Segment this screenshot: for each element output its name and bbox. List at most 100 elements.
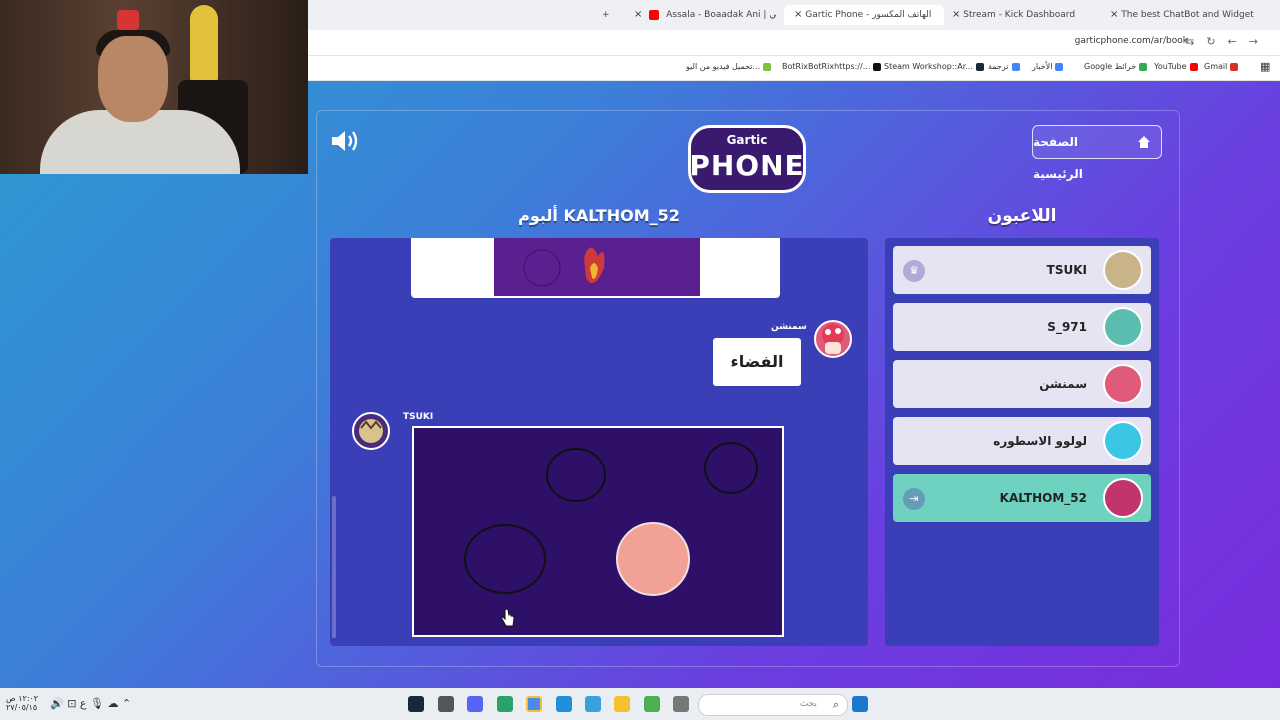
close-icon[interactable]: × <box>1110 9 1118 20</box>
player-name: لولوو الاسطوره <box>993 434 1087 448</box>
taskbar-search[interactable]: بحث ⌕ <box>698 694 848 716</box>
settings-icon[interactable] <box>438 696 454 712</box>
close-icon[interactable]: × <box>794 9 802 20</box>
language-indicator[interactable]: ع <box>80 697 87 710</box>
browser-chrome: + × Assala - Boaadak Ani | عني × Gartic … <box>308 0 1280 81</box>
tab-label: Assala - Boaadak Ani | عني <box>666 10 776 20</box>
tab-bar: + × Assala - Boaadak Ani | عني × Gartic … <box>308 0 1280 30</box>
drawn-circle-filled <box>616 522 690 596</box>
bookmark-botrix[interactable]: BotRixBotRixhttps://... <box>782 62 882 71</box>
new-tab-label: + <box>602 10 610 20</box>
apps-icon[interactable]: ▦ <box>1260 60 1270 73</box>
tab-label: Stream - Kick Dashboard <box>963 10 1076 20</box>
home-button-label: الصفحة الرئيسية <box>1033 135 1083 181</box>
taskbar: ١٢:٠٢ ص ٢٧/٠٥/١٥ 🔊 ⊡ ع 🎙 ☁ ⌃ بحث ⌕ <box>0 688 1280 720</box>
bookmark-label: YouTube <box>1154 62 1187 71</box>
answer-author: سمنشن <box>771 322 807 332</box>
clock[interactable]: ١٢:٠٢ ص ٢٧/٠٥/١٥ <box>6 694 38 712</box>
webcam-overlay <box>0 0 308 174</box>
bookmarks-bar: Gmail YouTube Google خرائط الأخبار ترجمة… <box>308 56 1280 81</box>
crown-icon: ♛ <box>903 260 925 282</box>
discord-icon[interactable] <box>467 696 483 712</box>
translate-icon <box>1011 62 1020 71</box>
bookmark-youtube[interactable]: YouTube <box>1154 62 1198 71</box>
album-panel[interactable]: سمنشن الفضاء TSUKI <box>330 238 868 646</box>
answer-bubble: الفضاء <box>713 338 801 386</box>
clock-date: ٢٧/٠٥/١٥ <box>6 703 38 712</box>
album-title: ألبوم KALTHOM_52 <box>518 206 680 225</box>
player-avatar <box>1103 364 1143 404</box>
nav-icons[interactable]: ⇆↻←→ <box>1185 35 1270 48</box>
drawn-circle <box>546 448 606 502</box>
tab-kick[interactable]: × Stream - Kick Dashboard <box>946 5 1090 25</box>
player-avatar <box>1103 250 1143 290</box>
player-card-active[interactable]: ⇥ KALTHOM_52 <box>893 474 1151 522</box>
logo-main-text: PHONE <box>689 149 805 182</box>
speaker-icon[interactable] <box>330 128 360 154</box>
exit-icon: ⇥ <box>903 488 925 510</box>
bookmark-maps[interactable]: Google خرائط <box>1084 62 1148 71</box>
home-button[interactable]: الصفحة الرئيسية <box>1032 125 1162 181</box>
player-card[interactable]: ♛ TSUKI <box>893 246 1151 294</box>
edge-icon[interactable] <box>556 696 572 712</box>
logo-top-text: Gartic <box>726 133 768 147</box>
player-name: S_971 <box>1047 320 1087 334</box>
player-card[interactable]: S_971 <box>893 303 1151 351</box>
botrix-icon <box>873 62 882 71</box>
bookmark-label: Gmail <box>1204 62 1228 71</box>
previous-drawing-canvas <box>494 238 700 296</box>
address-bar[interactable]: garticphone.com/ar/book ⇆↻←→ <box>308 30 1280 56</box>
players-title: اللاعبون <box>987 206 1057 226</box>
drawn-circle <box>464 524 546 594</box>
webcam-plush <box>190 5 218 91</box>
steam-icon[interactable] <box>408 696 424 712</box>
player-card[interactable]: سمنشن <box>893 360 1151 408</box>
tab-chatbot[interactable]: × The best ChatBot and Widgets <box>1104 5 1254 25</box>
tab-label: Gartic Phone - الهاتف المكسور <box>805 10 932 20</box>
news-icon <box>1055 62 1064 71</box>
store-icon[interactable] <box>585 696 601 712</box>
bookmark-label: ترجمة <box>988 62 1009 71</box>
windows-start-icon[interactable] <box>852 696 868 712</box>
webcam-light <box>117 10 139 30</box>
obs-icon[interactable] <box>497 696 513 712</box>
home-icon <box>1138 136 1150 148</box>
chrome-icon[interactable] <box>526 696 542 712</box>
bookmark-gmail[interactable]: Gmail <box>1204 62 1239 71</box>
new-tab-button[interactable]: + <box>602 5 610 25</box>
folder-icon[interactable] <box>614 696 630 712</box>
player-avatar <box>1103 307 1143 347</box>
bookmark-steam[interactable]: Steam Workshop::Ar... <box>884 62 984 71</box>
close-icon[interactable]: × <box>634 9 642 20</box>
bookmark-label: BotRixBotRixhttps://... <box>782 62 871 71</box>
player-avatar <box>1103 478 1143 518</box>
bookmark-label: Steam Workshop::Ar... <box>884 62 973 71</box>
task-view-icon[interactable] <box>673 696 689 712</box>
close-icon[interactable]: × <box>952 9 960 20</box>
bookmark-news[interactable]: الأخبار <box>1032 62 1064 71</box>
drawing-author-avatar <box>352 412 390 450</box>
player-name: TSUKI <box>1046 263 1087 277</box>
previous-drawing <box>411 238 780 298</box>
maps-icon <box>1139 62 1148 71</box>
player-avatar <box>1103 421 1143 461</box>
scrollbar[interactable] <box>332 496 336 638</box>
fire-sketch <box>523 247 605 287</box>
url-text[interactable]: garticphone.com/ar/book <box>1075 36 1188 46</box>
tab-assala[interactable]: × Assala - Boaadak Ani | عني <box>628 5 776 25</box>
bookmark-label: تحميل فيديو من اليو... <box>686 62 761 71</box>
bookmark-translate[interactable]: ترجمة <box>988 62 1020 71</box>
drawing-canvas <box>412 426 784 637</box>
xbox-icon[interactable] <box>644 696 660 712</box>
player-name: KALTHOM_52 <box>999 491 1087 505</box>
download-icon <box>763 62 772 71</box>
player-name: سمنشن <box>1039 377 1087 391</box>
clock-time: ١٢:٠٢ ص <box>6 694 39 703</box>
bookmark-video-download[interactable]: تحميل فيديو من اليو... <box>686 62 772 71</box>
system-tray[interactable]: 🔊 ⊡ ع 🎙 ☁ ⌃ <box>50 697 131 710</box>
tab-label: The best ChatBot and Widgets <box>1121 10 1254 20</box>
tab-gartic[interactable]: × Gartic Phone - الهاتف المكسور <box>784 5 944 25</box>
drawing-author: TSUKI <box>403 412 434 422</box>
player-card[interactable]: لولوو الاسطوره <box>893 417 1151 465</box>
search-icon: ⌕ <box>832 698 839 711</box>
